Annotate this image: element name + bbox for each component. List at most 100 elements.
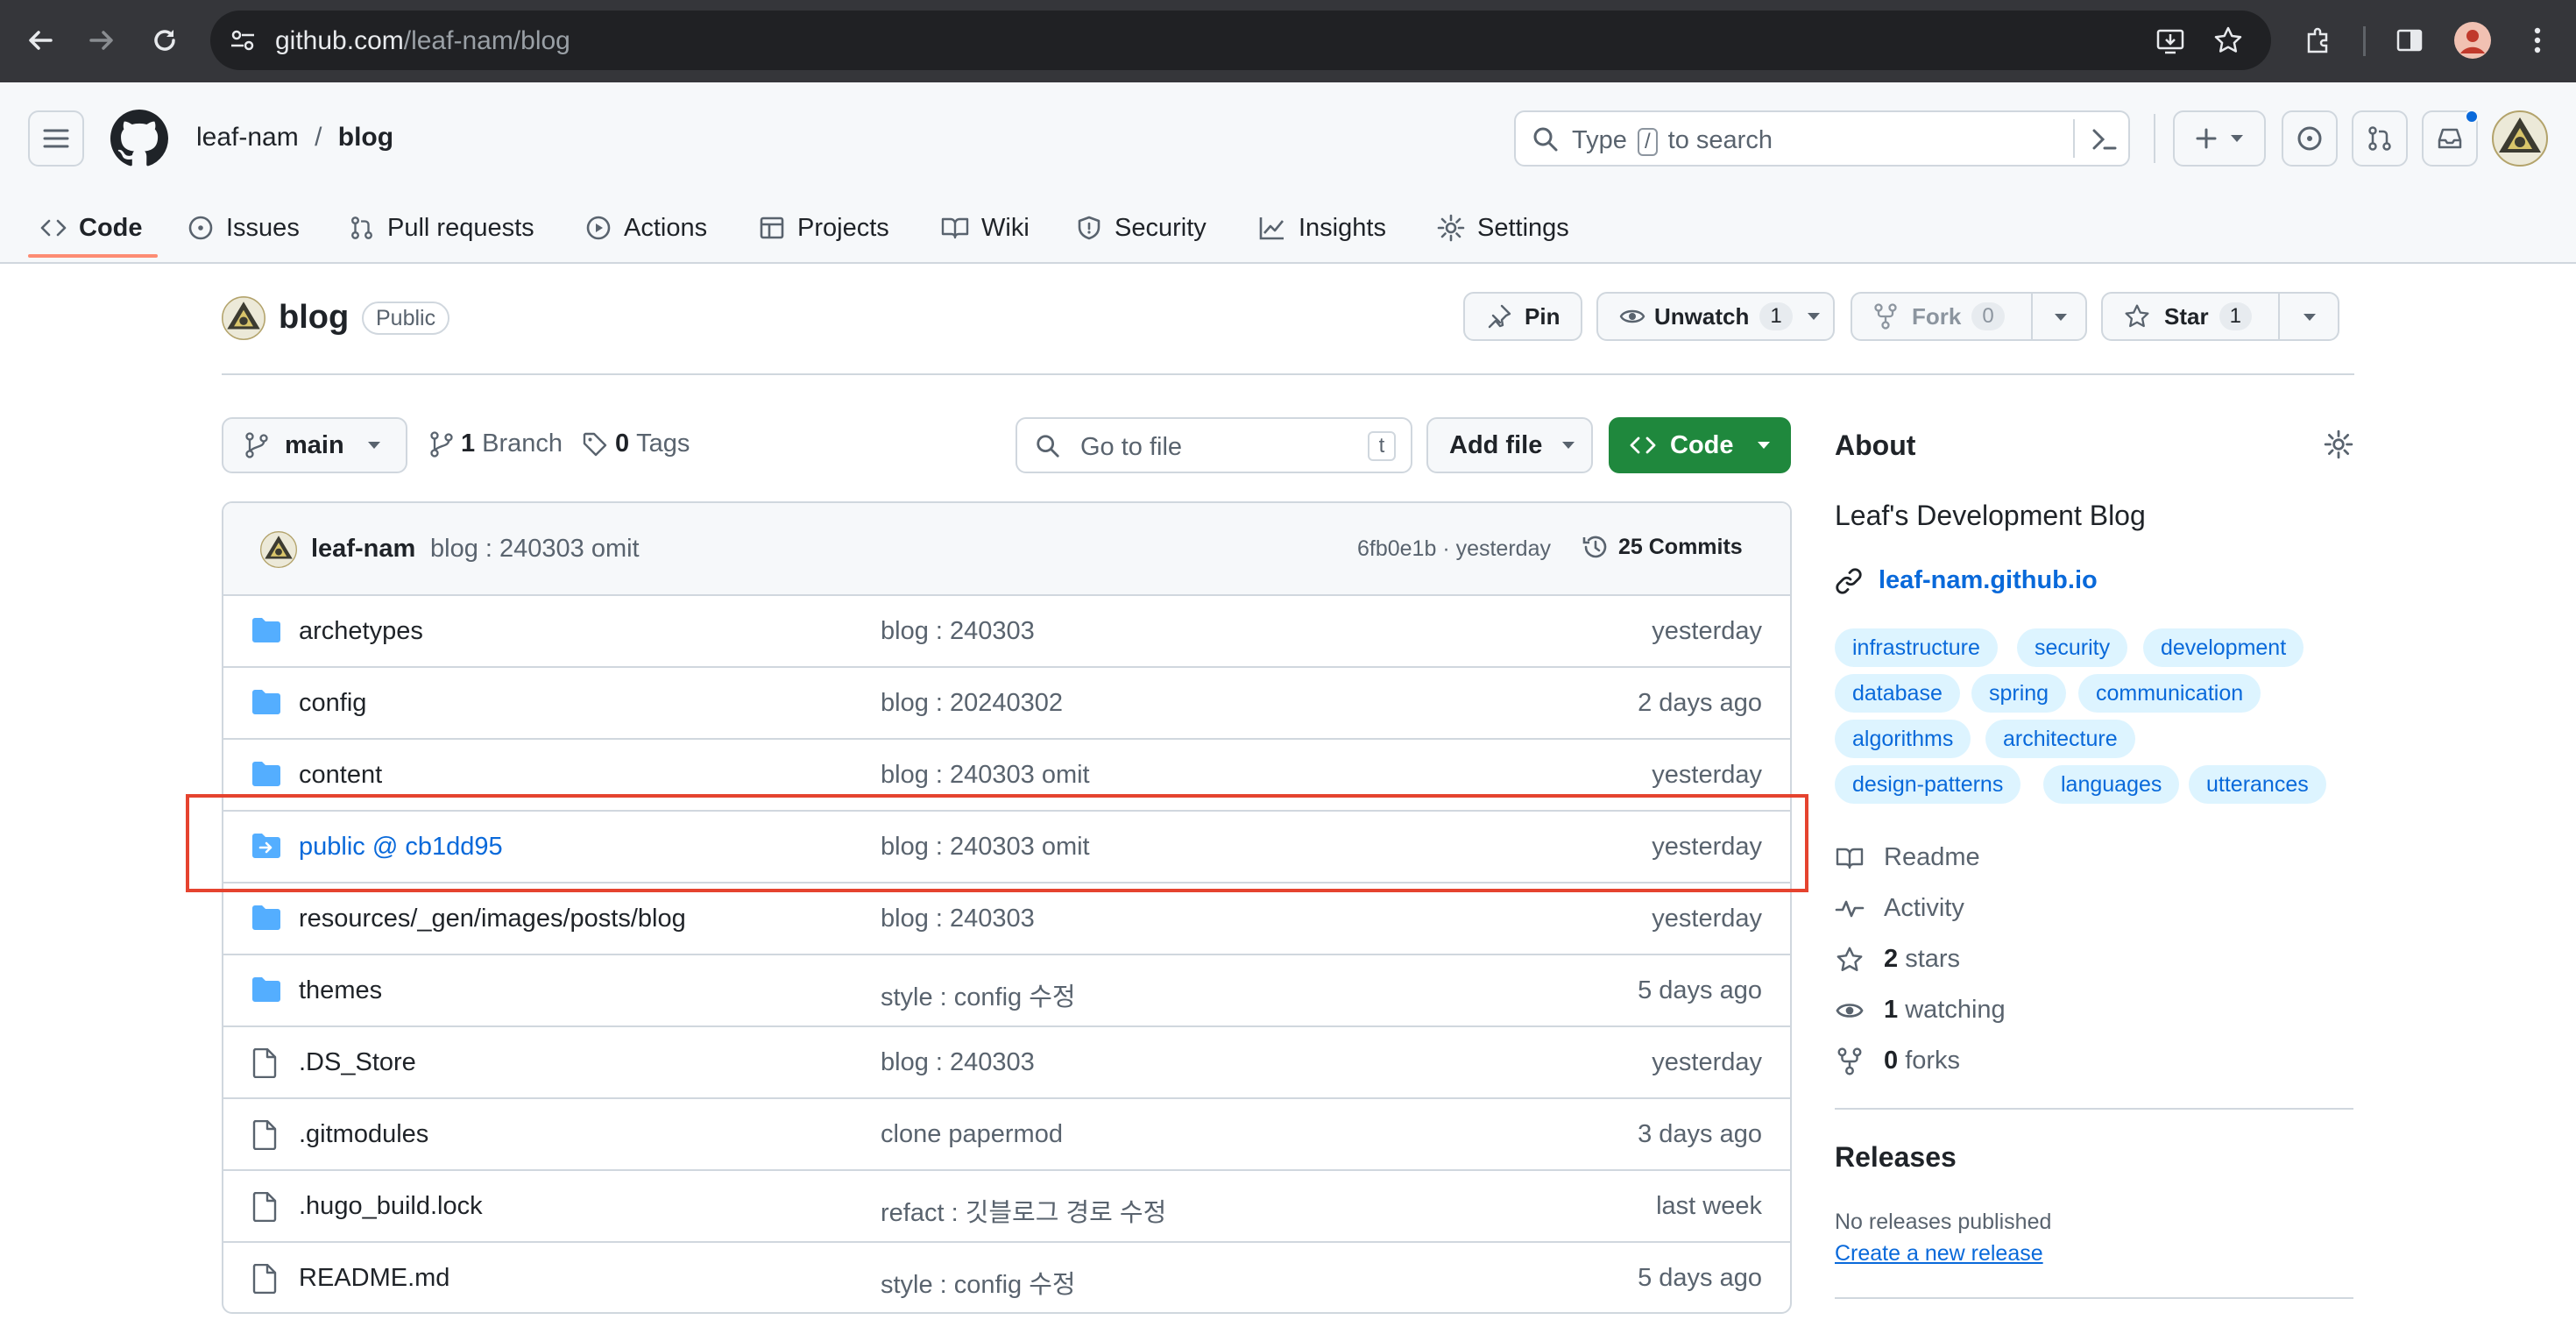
topic-tag[interactable]: infrastructure	[1835, 628, 1998, 667]
topic-tag[interactable]: languages	[2043, 765, 2180, 804]
pin-button[interactable]: Pin	[1463, 292, 1582, 341]
back-button[interactable]	[19, 19, 61, 61]
about-settings-icon[interactable]	[2324, 429, 2353, 459]
file-name[interactable]: config	[299, 689, 366, 718]
site-info-icon[interactable]	[230, 27, 256, 53]
bookmark-star-icon[interactable]	[2213, 25, 2243, 55]
extensions-button[interactable]	[2297, 19, 2339, 61]
topic-tag[interactable]: architecture	[1985, 720, 2135, 758]
tab-settings[interactable]: Settings	[1437, 202, 1569, 254]
address-bar[interactable]: github.com/leaf-nam/blog	[210, 11, 2271, 70]
topic-tag[interactable]: communication	[2078, 674, 2261, 713]
file-row[interactable]: themes style : config 수정 5 days ago	[223, 955, 1790, 1027]
file-name[interactable]: content	[299, 761, 382, 790]
caret-down-icon	[1757, 442, 1770, 449]
file-name[interactable]: README.md	[299, 1264, 449, 1293]
user-avatar[interactable]	[2492, 110, 2548, 167]
commit-hash-time[interactable]: 6fb0e1b · yesterday	[1357, 536, 1551, 562]
go-to-file-input[interactable]: Go to file t	[1016, 417, 1412, 473]
file-name[interactable]: .hugo_build.lock	[299, 1192, 483, 1221]
github-logo-icon[interactable]	[110, 110, 168, 167]
releases-heading[interactable]: Releases	[1835, 1141, 1957, 1174]
file-row[interactable]: resources/_gen/images/posts/blog blog : …	[223, 883, 1790, 955]
commit-author[interactable]: leaf-nam	[311, 535, 415, 564]
url-text[interactable]: github.com/leaf-nam/blog	[275, 26, 570, 56]
topic-tag[interactable]: algorithms	[1835, 720, 1971, 758]
tab-security[interactable]: Security	[1076, 202, 1207, 254]
topic-tag[interactable]: database	[1835, 674, 1960, 713]
create-new-button[interactable]	[2173, 110, 2266, 167]
pull-request-icon	[351, 216, 372, 239]
file-name[interactable]: resources/_gen/images/posts/blog	[299, 905, 686, 933]
breadcrumb-repo[interactable]: blog	[338, 123, 393, 152]
eye-icon	[1836, 1003, 1864, 1018]
file-commit-message[interactable]: blog : 20240302	[881, 689, 1063, 718]
topic-tag[interactable]: utterances	[2189, 765, 2326, 804]
file-name[interactable]: .gitmodules	[299, 1120, 428, 1149]
file-commit-message[interactable]: clone papermod	[881, 1120, 1063, 1149]
commits-link[interactable]: 25 Commits	[1582, 533, 1743, 561]
website-url[interactable]: leaf-nam.github.io	[1879, 566, 2098, 595]
topic-tag[interactable]: security	[2017, 628, 2128, 667]
search-input[interactable]: Type / to search	[1514, 110, 2130, 167]
file-row[interactable]: config blog : 20240302 2 days ago	[223, 668, 1790, 740]
tab-code[interactable]: Code	[40, 202, 143, 254]
tab-insights[interactable]: Insights	[1258, 202, 1386, 254]
forward-button[interactable]	[81, 19, 123, 61]
add-file-button[interactable]: Add file	[1426, 417, 1593, 473]
code-button[interactable]: Code	[1609, 417, 1791, 473]
commit-message[interactable]: blog : 240303 omit	[430, 535, 640, 564]
tab-issues[interactable]: Issues	[188, 202, 300, 254]
file-commit-message[interactable]: blog : 240303	[881, 1048, 1035, 1077]
watching-label: watching	[1905, 996, 2006, 1024]
install-app-icon[interactable]	[2155, 26, 2185, 56]
topic-tag[interactable]: design-patterns	[1835, 765, 2021, 804]
file-commit-message[interactable]: style : config 수정	[881, 976, 1076, 1013]
star-button[interactable]: Star 1	[2101, 292, 2339, 341]
commit-author-avatar[interactable]	[260, 531, 297, 568]
file-name[interactable]: themes	[299, 976, 382, 1005]
watching-link[interactable]: 1 watching	[1835, 996, 2006, 1025]
caret-down-icon	[1807, 313, 1820, 320]
file-row[interactable]: archetypes blog : 240303 yesterday	[223, 596, 1790, 668]
command-palette-icon[interactable]	[2091, 125, 2119, 153]
browser-menu-button[interactable]	[2516, 19, 2558, 61]
breadcrumb-owner[interactable]: leaf-nam	[196, 123, 299, 152]
stars-link[interactable]: 2 stars	[1835, 945, 1960, 974]
forks-link[interactable]: 0 forks	[1835, 1047, 1960, 1075]
reload-button[interactable]	[144, 19, 186, 61]
file-row[interactable]: README.md style : config 수정 5 days ago	[223, 1243, 1790, 1312]
fork-button[interactable]: Fork 0	[1851, 292, 2087, 341]
file-commit-message[interactable]: blog : 240303 omit	[881, 761, 1090, 790]
file-date: 2 days ago	[1638, 689, 1762, 717]
website-link[interactable]: leaf-nam.github.io	[1835, 566, 2098, 595]
topic-tag[interactable]: spring	[1971, 674, 2067, 713]
repo-name[interactable]: blog	[279, 299, 349, 337]
file-name[interactable]: .DS_Store	[299, 1048, 416, 1077]
file-row[interactable]: .DS_Store blog : 240303 yesterday	[223, 1027, 1790, 1099]
file-name[interactable]: archetypes	[299, 617, 423, 646]
profile-avatar[interactable]	[2452, 19, 2494, 61]
topic-tag[interactable]: development	[2143, 628, 2304, 667]
file-row[interactable]: .hugo_build.lock refact : 깃블로그 경로 수정 las…	[223, 1171, 1790, 1243]
issues-button[interactable]	[2282, 110, 2338, 167]
file-commit-message[interactable]: blog : 240303	[881, 905, 1035, 933]
tags-link[interactable]: 0 Tags	[582, 429, 690, 458]
tab-projects[interactable]: Projects	[759, 202, 889, 254]
file-row[interactable]: .gitmodules clone papermod 3 days ago	[223, 1099, 1790, 1171]
unwatch-button[interactable]: Unwatch 1	[1596, 292, 1835, 341]
activity-link[interactable]: Activity	[1835, 894, 1964, 923]
menu-button[interactable]	[28, 110, 84, 167]
branch-select-button[interactable]: main	[222, 417, 407, 473]
tab-wiki[interactable]: Wiki	[941, 202, 1030, 254]
branches-link[interactable]: 1 Branch	[429, 429, 563, 458]
create-release-link[interactable]: Create a new release	[1835, 1241, 2043, 1267]
file-commit-message[interactable]: refact : 깃블로그 경로 수정	[881, 1192, 1166, 1229]
file-commit-message[interactable]: style : config 수정	[881, 1264, 1076, 1301]
readme-link[interactable]: Readme	[1835, 843, 1980, 872]
pull-requests-button[interactable]	[2352, 110, 2408, 167]
file-commit-message[interactable]: blog : 240303	[881, 617, 1035, 646]
tab-pull-requests[interactable]: Pull requests	[349, 202, 534, 254]
side-panel-button[interactable]	[2388, 19, 2431, 61]
tab-actions[interactable]: Actions	[585, 202, 707, 254]
